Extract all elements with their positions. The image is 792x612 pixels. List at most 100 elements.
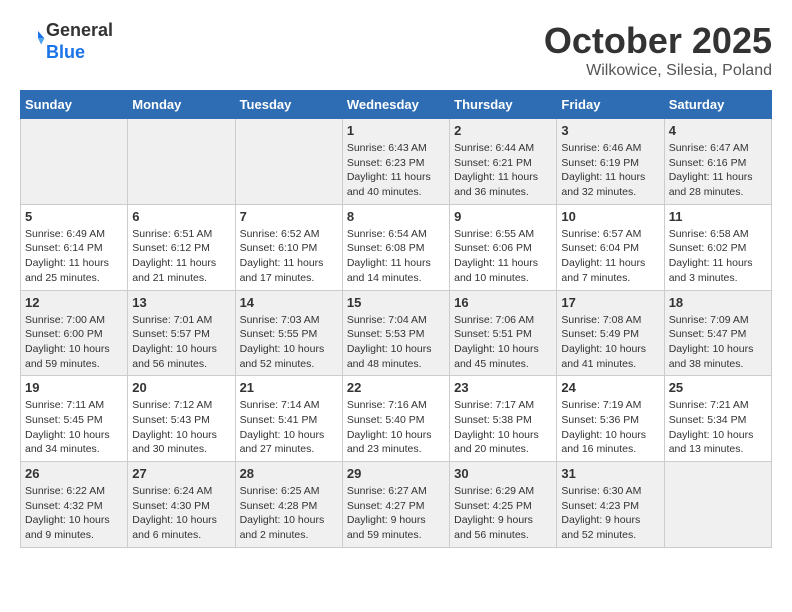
day-info: Sunrise: 6:54 AMSunset: 6:08 PMDaylight:… — [347, 227, 445, 286]
calendar-cell: 1 Sunrise: 6:43 AMSunset: 6:23 PMDaylight… — [342, 119, 449, 205]
day-number: 17 — [561, 295, 659, 310]
day-info: Sunrise: 7:06 AMSunset: 5:51 PMDaylight:… — [454, 313, 552, 372]
day-info: Sunrise: 6:43 AMSunset: 6:23 PMDaylight:… — [347, 141, 445, 200]
day-info: Sunrise: 6:49 AMSunset: 6:14 PMDaylight:… — [25, 227, 123, 286]
calendar-cell — [235, 119, 342, 205]
calendar-cell: 14 Sunrise: 7:03 AMSunset: 5:55 PMDayligh… — [235, 290, 342, 376]
day-info: Sunrise: 6:57 AMSunset: 6:04 PMDaylight:… — [561, 227, 659, 286]
page-header: General Blue October 2025 Wilkowice, Sil… — [20, 20, 772, 80]
day-info: Sunrise: 6:22 AMSunset: 4:32 PMDaylight:… — [25, 484, 123, 543]
day-info: Sunrise: 7:11 AMSunset: 5:45 PMDaylight:… — [25, 398, 123, 457]
day-info: Sunrise: 7:14 AMSunset: 5:41 PMDaylight:… — [240, 398, 338, 457]
day-info: Sunrise: 7:19 AMSunset: 5:36 PMDaylight:… — [561, 398, 659, 457]
calendar-cell: 20 Sunrise: 7:12 AMSunset: 5:43 PMDayligh… — [128, 376, 235, 462]
calendar-cell: 23 Sunrise: 7:17 AMSunset: 5:38 PMDayligh… — [450, 376, 557, 462]
day-number: 26 — [25, 466, 123, 481]
day-info: Sunrise: 7:21 AMSunset: 5:34 PMDaylight:… — [669, 398, 767, 457]
calendar-cell: 9 Sunrise: 6:55 AMSunset: 6:06 PMDaylight… — [450, 204, 557, 290]
day-info: Sunrise: 6:27 AMSunset: 4:27 PMDaylight:… — [347, 484, 445, 543]
day-number: 30 — [454, 466, 552, 481]
day-number: 22 — [347, 380, 445, 395]
calendar-header-thursday: Thursday — [450, 91, 557, 119]
day-info: Sunrise: 6:47 AMSunset: 6:16 PMDaylight:… — [669, 141, 767, 200]
day-number: 7 — [240, 209, 338, 224]
day-info: Sunrise: 7:01 AMSunset: 5:57 PMDaylight:… — [132, 313, 230, 372]
day-info: Sunrise: 7:08 AMSunset: 5:49 PMDaylight:… — [561, 313, 659, 372]
day-info: Sunrise: 6:29 AMSunset: 4:25 PMDaylight:… — [454, 484, 552, 543]
calendar-week-row: 5 Sunrise: 6:49 AMSunset: 6:14 PMDaylight… — [21, 204, 772, 290]
calendar-header-row: SundayMondayTuesdayWednesdayThursdayFrid… — [21, 91, 772, 119]
calendar-cell: 5 Sunrise: 6:49 AMSunset: 6:14 PMDaylight… — [21, 204, 128, 290]
calendar-header-friday: Friday — [557, 91, 664, 119]
day-info: Sunrise: 6:44 AMSunset: 6:21 PMDaylight:… — [454, 141, 552, 200]
calendar-cell: 2 Sunrise: 6:44 AMSunset: 6:21 PMDaylight… — [450, 119, 557, 205]
calendar-week-row: 12 Sunrise: 7:00 AMSunset: 6:00 PMDayligh… — [21, 290, 772, 376]
day-info: Sunrise: 7:04 AMSunset: 5:53 PMDaylight:… — [347, 313, 445, 372]
day-number: 14 — [240, 295, 338, 310]
day-number: 28 — [240, 466, 338, 481]
day-number: 13 — [132, 295, 230, 310]
calendar-cell: 29Sunrise: 6:27 AMSunset: 4:27 PMDayligh… — [342, 462, 449, 548]
calendar-cell: 28Sunrise: 6:25 AMSunset: 4:28 PMDayligh… — [235, 462, 342, 548]
day-info: Sunrise: 6:24 AMSunset: 4:30 PMDaylight:… — [132, 484, 230, 543]
calendar-header-sunday: Sunday — [21, 91, 128, 119]
day-number: 20 — [132, 380, 230, 395]
calendar-cell: 12 Sunrise: 7:00 AMSunset: 6:00 PMDayligh… — [21, 290, 128, 376]
calendar-cell — [21, 119, 128, 205]
calendar-cell: 10Sunrise: 6:57 AMSunset: 6:04 PMDayligh… — [557, 204, 664, 290]
day-number: 12 — [25, 295, 123, 310]
calendar-header-tuesday: Tuesday — [235, 91, 342, 119]
day-number: 5 — [25, 209, 123, 224]
calendar-cell: 17 Sunrise: 7:08 AMSunset: 5:49 PMDayligh… — [557, 290, 664, 376]
day-number: 21 — [240, 380, 338, 395]
logo-blue-text: Blue — [46, 42, 85, 62]
logo-icon — [22, 27, 46, 51]
month-title: October 2025 — [544, 20, 772, 62]
calendar-cell: 31 Sunrise: 6:30 AMSunset: 4:23 PMDayligh… — [557, 462, 664, 548]
day-info: Sunrise: 6:55 AMSunset: 6:06 PMDaylight:… — [454, 227, 552, 286]
day-info: Sunrise: 7:09 AMSunset: 5:47 PMDaylight:… — [669, 313, 767, 372]
day-info: Sunrise: 7:00 AMSunset: 6:00 PMDaylight:… — [25, 313, 123, 372]
day-info: Sunrise: 6:46 AMSunset: 6:19 PMDaylight:… — [561, 141, 659, 200]
day-number: 25 — [669, 380, 767, 395]
calendar-cell: 26 Sunrise: 6:22 AMSunset: 4:32 PMDayligh… — [21, 462, 128, 548]
day-number: 3 — [561, 123, 659, 138]
day-number: 23 — [454, 380, 552, 395]
calendar-cell — [128, 119, 235, 205]
calendar-cell: 11 Sunrise: 6:58 AMSunset: 6:02 PMDayligh… — [664, 204, 771, 290]
calendar-cell: 3 Sunrise: 6:46 AMSunset: 6:19 PMDaylight… — [557, 119, 664, 205]
location-text: Wilkowice, Silesia, Poland — [544, 62, 772, 80]
day-number: 6 — [132, 209, 230, 224]
day-number: 11 — [669, 209, 767, 224]
calendar-header-monday: Monday — [128, 91, 235, 119]
day-info: Sunrise: 7:12 AMSunset: 5:43 PMDaylight:… — [132, 398, 230, 457]
calendar-cell: 25 Sunrise: 7:21 AMSunset: 5:34 PMDayligh… — [664, 376, 771, 462]
calendar-cell: 6Sunrise: 6:51 AMSunset: 6:12 PMDaylight… — [128, 204, 235, 290]
day-number: 1 — [347, 123, 445, 138]
calendar-cell: 27 Sunrise: 6:24 AMSunset: 4:30 PMDayligh… — [128, 462, 235, 548]
day-number: 24 — [561, 380, 659, 395]
calendar-header-wednesday: Wednesday — [342, 91, 449, 119]
day-number: 16 — [454, 295, 552, 310]
calendar-cell: 15Sunrise: 7:04 AMSunset: 5:53 PMDayligh… — [342, 290, 449, 376]
day-number: 9 — [454, 209, 552, 224]
calendar-cell: 4Sunrise: 6:47 AMSunset: 6:16 PMDaylight… — [664, 119, 771, 205]
day-number: 18 — [669, 295, 767, 310]
day-info: Sunrise: 7:17 AMSunset: 5:38 PMDaylight:… — [454, 398, 552, 457]
calendar-cell: 21 Sunrise: 7:14 AMSunset: 5:41 PMDayligh… — [235, 376, 342, 462]
day-info: Sunrise: 6:58 AMSunset: 6:02 PMDaylight:… — [669, 227, 767, 286]
calendar-week-row: 19Sunrise: 7:11 AMSunset: 5:45 PMDayligh… — [21, 376, 772, 462]
calendar-week-row: 26 Sunrise: 6:22 AMSunset: 4:32 PMDayligh… — [21, 462, 772, 548]
calendar-cell: 16 Sunrise: 7:06 AMSunset: 5:51 PMDayligh… — [450, 290, 557, 376]
day-number: 2 — [454, 123, 552, 138]
title-block: October 2025 Wilkowice, Silesia, Poland — [544, 20, 772, 80]
calendar-cell: 18 Sunrise: 7:09 AMSunset: 5:47 PMDayligh… — [664, 290, 771, 376]
calendar-cell: 8Sunrise: 6:54 AMSunset: 6:08 PMDaylight… — [342, 204, 449, 290]
day-number: 27 — [132, 466, 230, 481]
calendar-cell: 7Sunrise: 6:52 AMSunset: 6:10 PMDaylight… — [235, 204, 342, 290]
day-info: Sunrise: 6:30 AMSunset: 4:23 PMDaylight:… — [561, 484, 659, 543]
calendar-week-row: 1 Sunrise: 6:43 AMSunset: 6:23 PMDaylight… — [21, 119, 772, 205]
calendar-cell: 30 Sunrise: 6:29 AMSunset: 4:25 PMDayligh… — [450, 462, 557, 548]
day-number: 31 — [561, 466, 659, 481]
day-info: Sunrise: 7:03 AMSunset: 5:55 PMDaylight:… — [240, 313, 338, 372]
